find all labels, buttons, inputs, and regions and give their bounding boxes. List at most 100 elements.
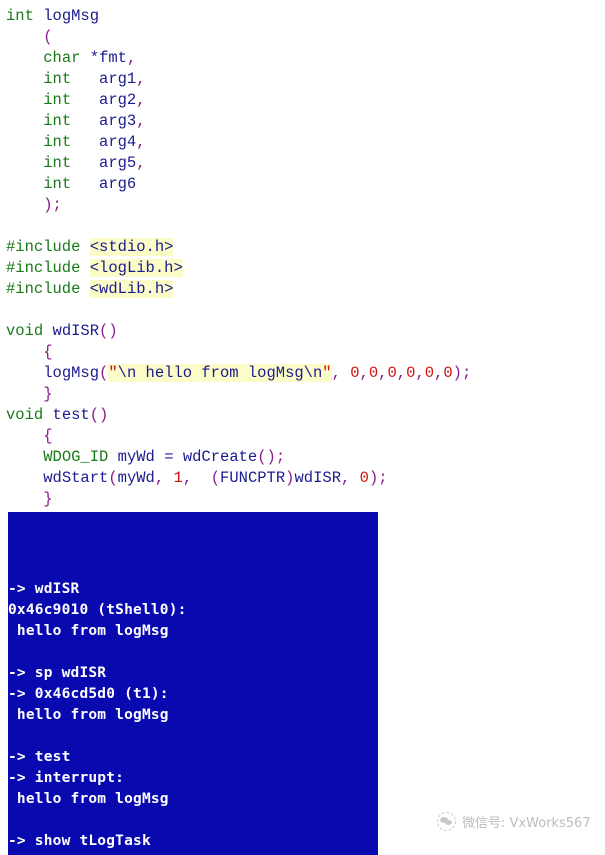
code-token: { [43,343,53,361]
code-token: ); [452,364,472,382]
code-line: ); [6,195,605,216]
code-token: <stdio.h> [89,238,174,256]
code-token: arg6 [99,175,137,193]
code-token: arg5 [99,154,137,172]
terminal-line: -> sp wdISR [8,665,107,681]
code-token: logMsg [43,7,100,25]
terminal-line: hello from logMsg [8,707,169,723]
code-token: ( [210,469,221,487]
code-token: \n hello from logMsg\n [117,364,323,382]
code-token: logMsg [43,364,100,382]
watermark-text: 微信号: VxWorks567 [462,816,591,831]
watermark: 微信号: VxWorks567 [437,812,591,831]
code-line: #include <logLib.h> [6,258,605,279]
code-line: { [6,426,605,447]
code-token: , [136,133,146,151]
code-listing: int logMsg ( char *fmt, int arg1, int ar… [0,0,605,510]
code-token: ; [52,196,62,214]
code-token: test [52,406,90,424]
code-line: int arg2, [6,90,605,111]
code-line: wdStart(myWd, 1, (FUNCPTR)wdISR, 0); [6,468,605,489]
code-token: 1 [173,469,183,487]
code-token: () [99,322,118,340]
terminal-line: -> 0x46cd5d0 (t1): [8,686,169,702]
code-token: , [396,364,407,382]
code-token: " [322,364,332,382]
code-line: #include <stdio.h> [6,237,605,258]
code-token: , [182,469,193,487]
code-token: int [43,154,72,172]
terminal-output: -> wdISR 0x46c9010 (tShell0): hello from … [5,512,378,855]
code-token: } [43,385,53,403]
terminal-left-margin [5,512,8,855]
code-token: wdISR [52,322,100,340]
code-token: FUNCPTR [220,469,286,487]
code-token: , [136,70,146,88]
code-token: 0 [424,364,435,382]
code-token: void [6,322,44,340]
code-token: , [341,469,351,487]
code-token: #include [6,238,81,256]
terminal-line: hello from logMsg [8,791,169,807]
code-token: #include [6,259,81,277]
terminal-line: -> interrupt: [8,770,125,786]
code-token: arg2 [99,91,137,109]
code-line: int logMsg [6,6,605,27]
code-token: { [43,427,53,445]
code-token: <wdLib.h> [89,280,174,298]
terminal-line: -> show tLogTask [8,833,151,849]
code-token: int [43,91,72,109]
terminal-line: -> test [8,749,71,765]
code-token: () [89,406,109,424]
code-token: myWd [117,469,155,487]
code-line: ( [6,27,605,48]
code-token: , [434,364,444,382]
code-token: char [43,49,81,67]
code-line: char *fmt, [6,48,605,69]
code-line: int arg4, [6,132,605,153]
vxworks-shell-terminal[interactable]: -> wdISR 0x46c9010 (tShell0): hello from … [5,512,378,855]
code-token: , [154,469,165,487]
code-line: int arg1, [6,69,605,90]
code-line: void test() [6,405,605,426]
code-line: void wdISR() [6,321,605,342]
code-token: , [136,91,146,109]
code-token: ); [368,469,388,487]
terminal-line: -> wdISR [8,581,80,597]
code-token: " [108,364,118,382]
code-token: = [164,448,174,466]
code-token: ( [43,28,53,46]
code-token: 0 [387,364,397,382]
code-token: void [6,406,44,424]
code-token: (); [257,448,286,466]
code-line: { [6,342,605,363]
code-line: WDOG_ID myWd = wdCreate(); [6,447,605,468]
